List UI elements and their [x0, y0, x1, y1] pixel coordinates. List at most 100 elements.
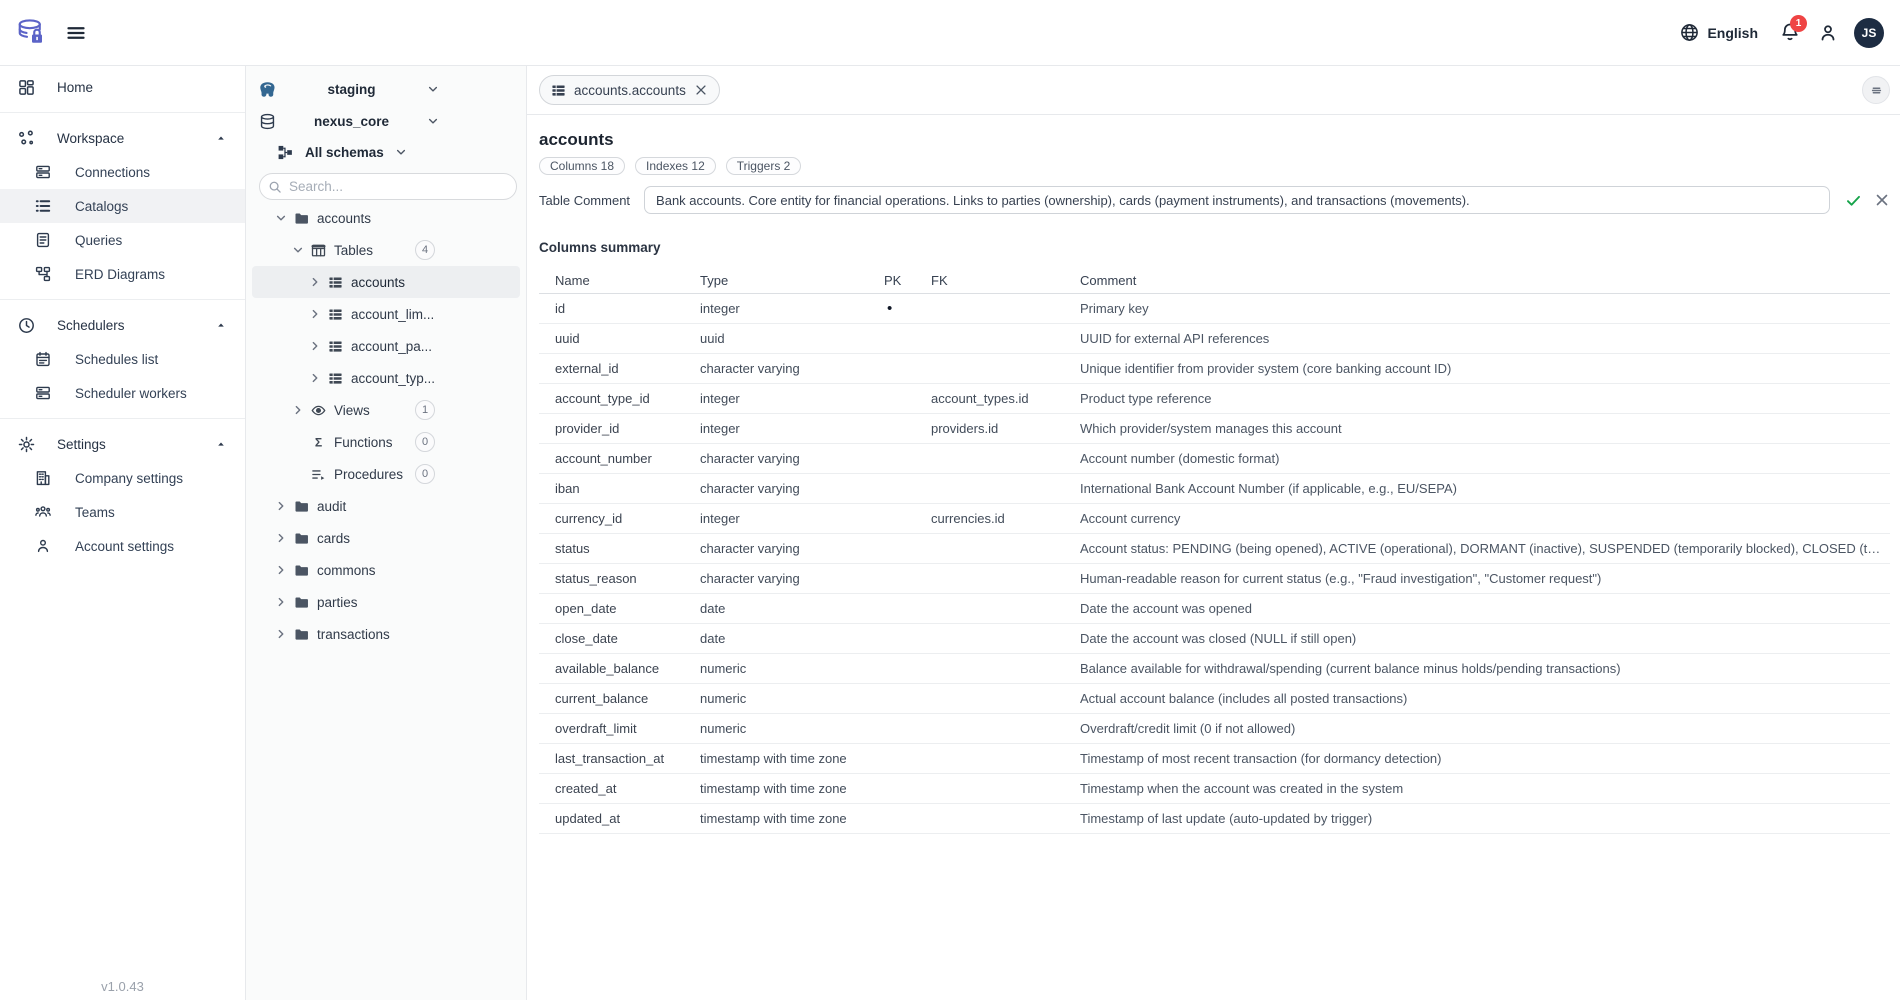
col-fk: currencies.id [931, 511, 1080, 526]
chevron-down-icon[interactable] [292, 244, 304, 256]
column-row-iban[interactable]: ibancharacter varyingInternational Bank … [539, 474, 1890, 504]
user-icon[interactable] [1818, 23, 1838, 43]
language-selector[interactable]: English [1680, 23, 1758, 42]
tab-label: accounts.accounts [574, 83, 686, 98]
svg-text:Σ: Σ [315, 435, 322, 449]
queries-icon [35, 232, 51, 248]
column-row-close-date[interactable]: close_datedateDate the account was close… [539, 624, 1890, 654]
chevron-right-icon[interactable] [275, 532, 287, 544]
hamburger-menu-icon[interactable] [66, 23, 86, 43]
chevron-right-icon[interactable] [309, 276, 321, 288]
chevron-right-icon[interactable] [275, 500, 287, 512]
app-logo-database-lock-icon[interactable] [16, 18, 46, 48]
column-row-last-transaction-at[interactable]: last_transaction_attimestamp with time z… [539, 744, 1890, 774]
tree-item-accounts[interactable]: accounts [252, 266, 520, 298]
column-row-created-at[interactable]: created_attimestamp with time zoneTimest… [539, 774, 1890, 804]
page-title: accounts [539, 130, 1890, 150]
chevron-right-icon[interactable] [309, 340, 321, 352]
tree-item-audit[interactable]: audit [252, 490, 520, 522]
column-row-updated-at[interactable]: updated_attimestamp with time zoneTimest… [539, 804, 1890, 834]
col-type: numeric [700, 661, 884, 676]
sidebar-item-account-settings[interactable]: Account settings [0, 529, 245, 563]
tree-item-tables[interactable]: Tables4 [252, 234, 520, 266]
table-comment-input[interactable] [644, 186, 1830, 214]
sidebar-item-scheduler-workers[interactable]: Scheduler workers [0, 376, 245, 410]
column-row-id[interactable]: idinteger•Primary key [539, 294, 1890, 324]
collapse-caret-icon[interactable] [216, 320, 226, 330]
col-comment: Account currency [1080, 511, 1890, 526]
column-row-currency-id[interactable]: currency_idintegercurrencies.idAccount c… [539, 504, 1890, 534]
tree-item-account-pa[interactable]: account_pa... [252, 330, 520, 362]
tree-item-procedures[interactable]: Procedures0 [252, 458, 520, 490]
column-row-current-balance[interactable]: current_balancenumericActual account bal… [539, 684, 1890, 714]
column-row-account-type-id[interactable]: account_type_idintegeraccount_types.idPr… [539, 384, 1890, 414]
chevron-right-icon[interactable] [309, 372, 321, 384]
tree-item-functions[interactable]: ΣFunctions0 [252, 426, 520, 458]
sidebar-item-schedulers[interactable]: Schedulers [0, 308, 245, 342]
sidebar-item-workspace[interactable]: Workspace [0, 121, 245, 155]
tree-item-account-lim[interactable]: account_lim... [252, 298, 520, 330]
sidebar-item-home[interactable]: Home [0, 70, 245, 104]
column-row-overdraft-limit[interactable]: overdraft_limitnumericOverdraft/credit l… [539, 714, 1890, 744]
tree-item-parties[interactable]: parties [252, 586, 520, 618]
sidebar-item-label: Catalogs [75, 199, 128, 214]
tree-item-transactions[interactable]: transactions [252, 618, 520, 650]
chevron-right-icon[interactable] [275, 596, 287, 608]
sidebar-item-schedules-list[interactable]: Schedules list [0, 342, 245, 376]
sidebar-item-queries[interactable]: Queries [0, 223, 245, 257]
tab-list-button[interactable] [1862, 76, 1890, 104]
sidebar-item-company-settings[interactable]: Company settings [0, 461, 245, 495]
sidebar-item-label: Home [57, 80, 93, 95]
header-fk: FK [931, 273, 1080, 288]
col-comment: Primary key [1080, 301, 1890, 316]
database-selector[interactable]: nexus_core [259, 106, 517, 136]
chevron-down-icon[interactable] [275, 212, 287, 224]
connection-selector[interactable]: staging [259, 74, 517, 104]
sidebar-item-teams[interactable]: Teams [0, 495, 245, 529]
col-name: created_at [539, 781, 700, 796]
tree-item-account-typ[interactable]: account_typ... [252, 362, 520, 394]
confirm-check-icon[interactable] [1845, 192, 1862, 209]
chevron-down-icon [427, 115, 439, 127]
chevron-right-icon[interactable] [292, 404, 304, 416]
cancel-x-icon[interactable] [1874, 192, 1890, 208]
tree-item-accounts[interactable]: accounts [252, 202, 520, 234]
avatar[interactable]: JS [1854, 18, 1884, 48]
table-icon [328, 371, 343, 386]
connections-icon [35, 164, 51, 180]
column-row-status-reason[interactable]: status_reasoncharacter varyingHuman-read… [539, 564, 1890, 594]
sidebar-item-catalogs[interactable]: Catalogs [0, 189, 245, 223]
schema-filter-selector[interactable]: All schemas [259, 138, 517, 166]
collapse-caret-icon[interactable] [216, 439, 226, 449]
sidebar-item-settings[interactable]: Settings [0, 427, 245, 461]
collapse-caret-icon[interactable] [216, 133, 226, 143]
tree-item-cards[interactable]: cards [252, 522, 520, 554]
column-row-account-number[interactable]: account_numbercharacter varyingAccount n… [539, 444, 1890, 474]
column-row-available-balance[interactable]: available_balancenumericBalance availabl… [539, 654, 1890, 684]
column-row-uuid[interactable]: uuiduuidUUID for external API references [539, 324, 1890, 354]
chevron-right-icon[interactable] [275, 564, 287, 576]
search-input[interactable] [289, 179, 508, 194]
notifications-button[interactable]: 1 [1780, 22, 1802, 44]
column-row-status[interactable]: statuscharacter varyingAccount status: P… [539, 534, 1890, 564]
column-row-provider-id[interactable]: provider_idintegerproviders.idWhich prov… [539, 414, 1890, 444]
column-row-open-date[interactable]: open_datedateDate the account was opened [539, 594, 1890, 624]
chevron-right-icon[interactable] [309, 308, 321, 320]
tab-accounts-accounts[interactable]: accounts.accounts [539, 75, 720, 105]
tree-item-label: audit [317, 499, 346, 514]
close-icon[interactable] [694, 83, 708, 97]
chevron-right-icon[interactable] [275, 628, 287, 640]
col-name: status_reason [539, 571, 700, 586]
sidebar-item-label: Account settings [75, 539, 174, 554]
tree-item-label: transactions [317, 627, 390, 642]
col-fk: providers.id [931, 421, 1080, 436]
tree-count-badge: 0 [415, 432, 435, 452]
col-comment: Timestamp of last update (auto-updated b… [1080, 811, 1890, 826]
tree-item-commons[interactable]: commons [252, 554, 520, 586]
tree-item-label: parties [317, 595, 358, 610]
sidebar-item-connections[interactable]: Connections [0, 155, 245, 189]
header-type: Type [700, 273, 884, 288]
sidebar-item-erd-diagrams[interactable]: ERD Diagrams [0, 257, 245, 291]
column-row-external-id[interactable]: external_idcharacter varyingUnique ident… [539, 354, 1890, 384]
tree-item-views[interactable]: Views1 [252, 394, 520, 426]
